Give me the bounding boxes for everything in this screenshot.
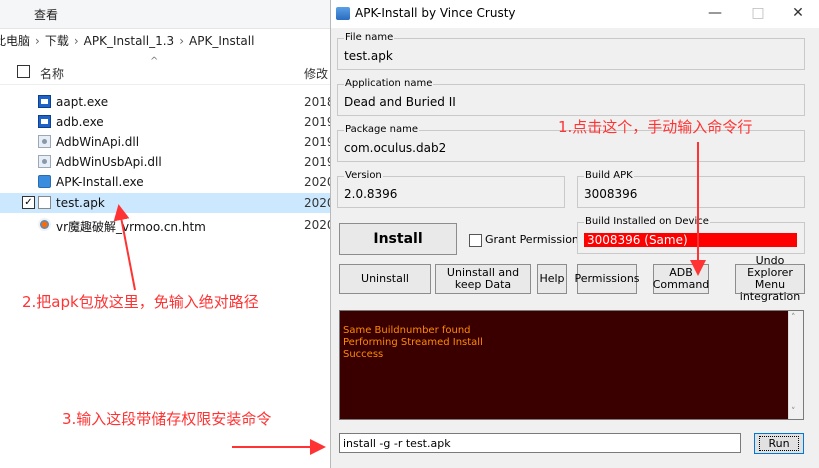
console-line: Same Buildnumber found <box>343 325 471 336</box>
file-row[interactable]: AdbWinUsbApi.dll 2019 <box>0 152 335 172</box>
build-apk-label: Build APK <box>584 170 634 181</box>
console-line: Success <box>343 349 384 360</box>
column-modified[interactable]: 修改 <box>304 65 328 82</box>
file-name: vr魔趣破解_vrmoo.cn.htm <box>56 220 206 234</box>
minimize-icon[interactable]: — <box>693 2 737 26</box>
chevron-right-icon: › <box>73 34 79 48</box>
checkbox[interactable] <box>469 234 482 247</box>
file-name-value: test.apk <box>344 49 393 63</box>
breadcrumb-item[interactable]: APK_Install_1.3 <box>84 34 175 48</box>
file-row[interactable]: AdbWinApi.dll 2019 <box>0 132 335 152</box>
application-name-group: Application name Dead and Buried II <box>337 78 805 116</box>
file-row[interactable]: vr魔趣破解_vrmoo.cn.htm 2020 <box>0 215 335 235</box>
file-row[interactable]: aapt.exe 2018 <box>0 92 335 112</box>
scroll-down-icon[interactable]: ˅ <box>791 407 796 417</box>
file-row[interactable]: APK-Install.exe 2020 <box>0 172 335 192</box>
file-name: APK-Install.exe <box>56 175 144 189</box>
maximize-icon[interactable]: □ <box>736 2 780 26</box>
run-button[interactable]: Run <box>754 433 804 454</box>
htm-icon <box>38 218 51 231</box>
file-row[interactable]: adb.exe 2019 <box>0 112 335 132</box>
uninstall-button[interactable]: Uninstall <box>339 264 431 294</box>
permissions-button[interactable]: Permissions <box>574 264 640 294</box>
application-name-label: Application name <box>344 78 434 89</box>
file-name-label: File name <box>344 32 395 43</box>
close-icon[interactable]: ✕ <box>776 2 819 26</box>
apk-install-window: APK-Install by Vince Crusty — □ ✕ File n… <box>330 0 819 468</box>
file-name-group: File name test.apk <box>337 32 805 70</box>
column-header: 名称 ^ 修改 <box>0 56 330 85</box>
setup-icon <box>38 175 51 188</box>
annotation-step2: 2.把apk包放这里，免输入绝对路径 <box>22 293 259 311</box>
file-name: AdbWinApi.dll <box>56 135 140 149</box>
select-all-checkbox[interactable] <box>17 65 30 78</box>
package-name-label: Package name <box>344 124 419 135</box>
adb-command-button[interactable]: ADB Command <box>653 264 709 294</box>
version-value: 2.0.8396 <box>344 187 398 201</box>
build-installed-value: 3008396 (Same) <box>584 233 797 247</box>
app-icon <box>336 7 350 20</box>
file-name: AdbWinUsbApi.dll <box>56 155 162 169</box>
breadcrumb-item[interactable]: 下载 <box>45 32 69 49</box>
annotation-step1: 1.点击这个，手动输入命令行 <box>558 118 753 136</box>
version-label: Version <box>344 170 383 181</box>
run-button-label: Run <box>759 436 799 451</box>
file-name: test.apk <box>56 196 105 210</box>
build-installed-label: Build Installed on Device <box>584 216 710 227</box>
breadcrumb: 此电脑 › 下载 › APK_Install_1.3 › APK_Install <box>0 32 330 54</box>
ribbon: 查看 <box>0 0 330 29</box>
exe-icon <box>38 95 51 108</box>
chevron-right-icon: › <box>179 34 184 48</box>
dll-icon <box>38 135 51 148</box>
sort-up-icon: ^ <box>150 56 159 67</box>
dll-icon <box>38 155 51 168</box>
chevron-right-icon: › <box>35 34 40 48</box>
undo-explorer-button[interactable]: Undo Explorer Menu integration <box>735 255 805 303</box>
ribbon-tab-view[interactable]: 查看 <box>34 6 58 23</box>
uninstall-keep-data-button[interactable]: Uninstall and keep Data <box>435 264 531 294</box>
grant-permissions-label: Grant Permissions <box>485 233 585 246</box>
window-title: APK-Install by Vince Crusty <box>355 6 516 20</box>
console-scrollbar[interactable]: ˄ ˅ <box>788 311 803 419</box>
scroll-up-icon[interactable]: ˄ <box>791 313 796 323</box>
command-input[interactable] <box>339 433 741 453</box>
application-name-value: Dead and Buried II <box>344 95 456 109</box>
file-name: aapt.exe <box>56 95 109 109</box>
breadcrumb-item[interactable]: APK_Install <box>189 34 254 48</box>
console-line: Performing Streamed Install <box>343 337 483 348</box>
breadcrumb-item[interactable]: 此电脑 <box>0 32 30 49</box>
help-button[interactable]: Help <box>537 264 567 294</box>
build-installed-group: Build Installed on Device 3008396 (Same) <box>577 216 805 254</box>
install-button[interactable]: Install <box>339 223 457 255</box>
column-name[interactable]: 名称 <box>40 65 64 82</box>
title-bar[interactable]: APK-Install by Vince Crusty — □ ✕ <box>331 0 819 28</box>
exe-icon <box>38 115 51 128</box>
file-icon <box>38 196 51 209</box>
file-row-selected[interactable]: ✓ test.apk 2020 <box>0 193 335 213</box>
build-apk-value: 3008396 <box>584 187 638 201</box>
annotation-step3: 3.输入这段带储存权限安装命令 <box>62 410 272 428</box>
row-checkbox[interactable]: ✓ <box>22 196 35 209</box>
build-apk-group: Build APK 3008396 <box>577 170 805 208</box>
version-group: Version 2.0.8396 <box>337 170 565 208</box>
output-console: Same Buildnumber found Performing Stream… <box>339 310 804 420</box>
package-name-value: com.oculus.dab2 <box>344 141 447 155</box>
file-name: adb.exe <box>56 115 104 129</box>
